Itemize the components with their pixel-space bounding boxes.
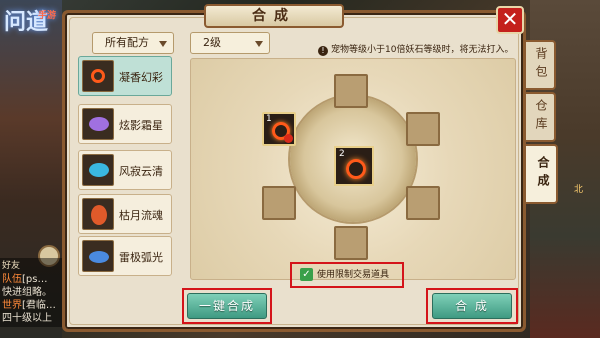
ring-item-icon [82, 60, 114, 92]
friend-button[interactable]: 好友 [2, 260, 60, 273]
checkmark-icon[interactable]: ✓ [300, 268, 313, 281]
material-slot[interactable] [334, 226, 368, 260]
recipe-item[interactable]: 凝香幻彩 [78, 56, 172, 96]
output-count: 2 [339, 149, 345, 159]
recipe-label: 雷极弧光 [119, 251, 163, 264]
chevron-down-icon [159, 41, 167, 47]
level-value: 2级 [203, 36, 221, 49]
checkbox-label: 使用限制交易道具 [317, 270, 390, 280]
material-slot[interactable] [262, 186, 296, 220]
world-direction-label: 北 [574, 185, 584, 195]
game-logo: 问道 手游 [4, 4, 64, 66]
lock-badge-icon [284, 134, 293, 143]
ring-item-icon [346, 159, 366, 179]
chat-line: 四十级以上 [2, 313, 52, 324]
panel-title: 合成 [204, 4, 344, 28]
stone-item-icon [82, 240, 114, 272]
notice-text: ! 宠物等级小于10倍妖石等级时，将无法打入。 [318, 42, 513, 56]
recipe-label: 炫影霜星 [119, 119, 163, 132]
material-slot[interactable] [406, 186, 440, 220]
chat-line: 队伍[ps… [2, 274, 48, 285]
recipe-item[interactable]: 风寂云清 [78, 150, 172, 190]
chevron-down-icon [255, 41, 263, 47]
recipe-label: 凝香幻彩 [119, 71, 163, 84]
recipe-label: 枯月流魂 [119, 209, 163, 222]
stone-item-icon [82, 198, 114, 230]
game-screen: 问道 手游 好友 队伍[ps… 快进组略。 世界[君临… 四十级以上 北 合成 … [0, 0, 600, 338]
restricted-items-checkbox[interactable]: ✓ 使用限制交易道具 [294, 265, 402, 285]
chat-line: 快进组略。 [2, 287, 52, 298]
one-click-synthesize-button[interactable]: 一键合成 [187, 293, 267, 319]
slot-count: 1 [266, 114, 272, 124]
material-slot[interactable]: 1 [262, 112, 296, 146]
recipe-item[interactable]: 炫影霜星 [78, 104, 172, 144]
stone-item-icon [82, 108, 114, 140]
level-dropdown[interactable]: 2级 [190, 32, 270, 54]
close-button[interactable]: ✕ [496, 6, 524, 34]
output-slot[interactable]: 2 [334, 146, 374, 186]
chat-panel[interactable]: 好友 队伍[ps… 快进组略。 世界[君临… 四十级以上 [0, 258, 62, 327]
chat-line: 世界[君临… [2, 300, 56, 311]
recipe-label: 风寂云清 [119, 165, 163, 178]
info-icon: ! [318, 46, 328, 56]
stone-item-icon [82, 154, 114, 186]
material-slot[interactable] [334, 74, 368, 108]
recipe-item[interactable]: 枯月流魂 [78, 194, 172, 234]
category-value: 所有配方 [105, 36, 149, 49]
category-dropdown[interactable]: 所有配方 [92, 32, 174, 54]
tab-synthesis[interactable]: 合成 [526, 144, 558, 204]
synthesize-button[interactable]: 合 成 [432, 293, 512, 319]
logo-sub: 手游 [38, 11, 57, 21]
material-slot[interactable] [406, 112, 440, 146]
tab-warehouse[interactable]: 仓库 [526, 92, 556, 142]
recipe-item[interactable]: 雷极弧光 [78, 236, 172, 276]
tab-bag[interactable]: 背包 [526, 40, 556, 90]
